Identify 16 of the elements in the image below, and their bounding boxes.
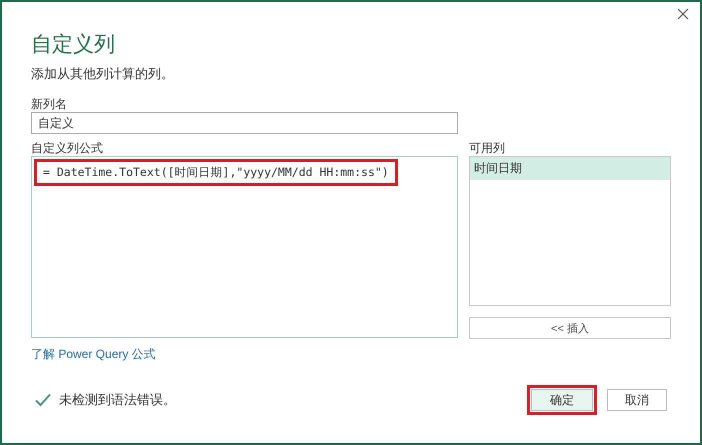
dialog-title: 自定义列: [31, 32, 116, 58]
cancel-button[interactable]: 取消: [607, 389, 667, 411]
column-name-field[interactable]: 自定义: [31, 112, 458, 134]
field-label: 可用列: [469, 140, 506, 156]
dialog-subtitle: 添加从其他列计算的列。: [31, 65, 175, 83]
learn-link[interactable]: 了解 Power Query 公式: [31, 346, 156, 363]
ok-button[interactable]: 确定: [531, 389, 593, 411]
formula-text: = DateTime.ToText([时间日期],"yyyy/MM/dd HH:mm:ss"): [34, 159, 398, 186]
insert-button[interactable]: << 插入: [469, 317, 671, 339]
field-label: 新列名: [31, 96, 68, 112]
checkmark-icon: [35, 393, 51, 407]
close-icon[interactable]: [677, 8, 689, 20]
field-label: 自定义列公式: [31, 140, 104, 156]
status-text: 未检测到语法错误。: [59, 391, 176, 409]
formula-editor[interactable]: = DateTime.ToText([时间日期],"yyyy/MM/dd HH:mm:ss"): [31, 156, 458, 338]
column-list-item[interactable]: 时间日期: [470, 157, 670, 180]
